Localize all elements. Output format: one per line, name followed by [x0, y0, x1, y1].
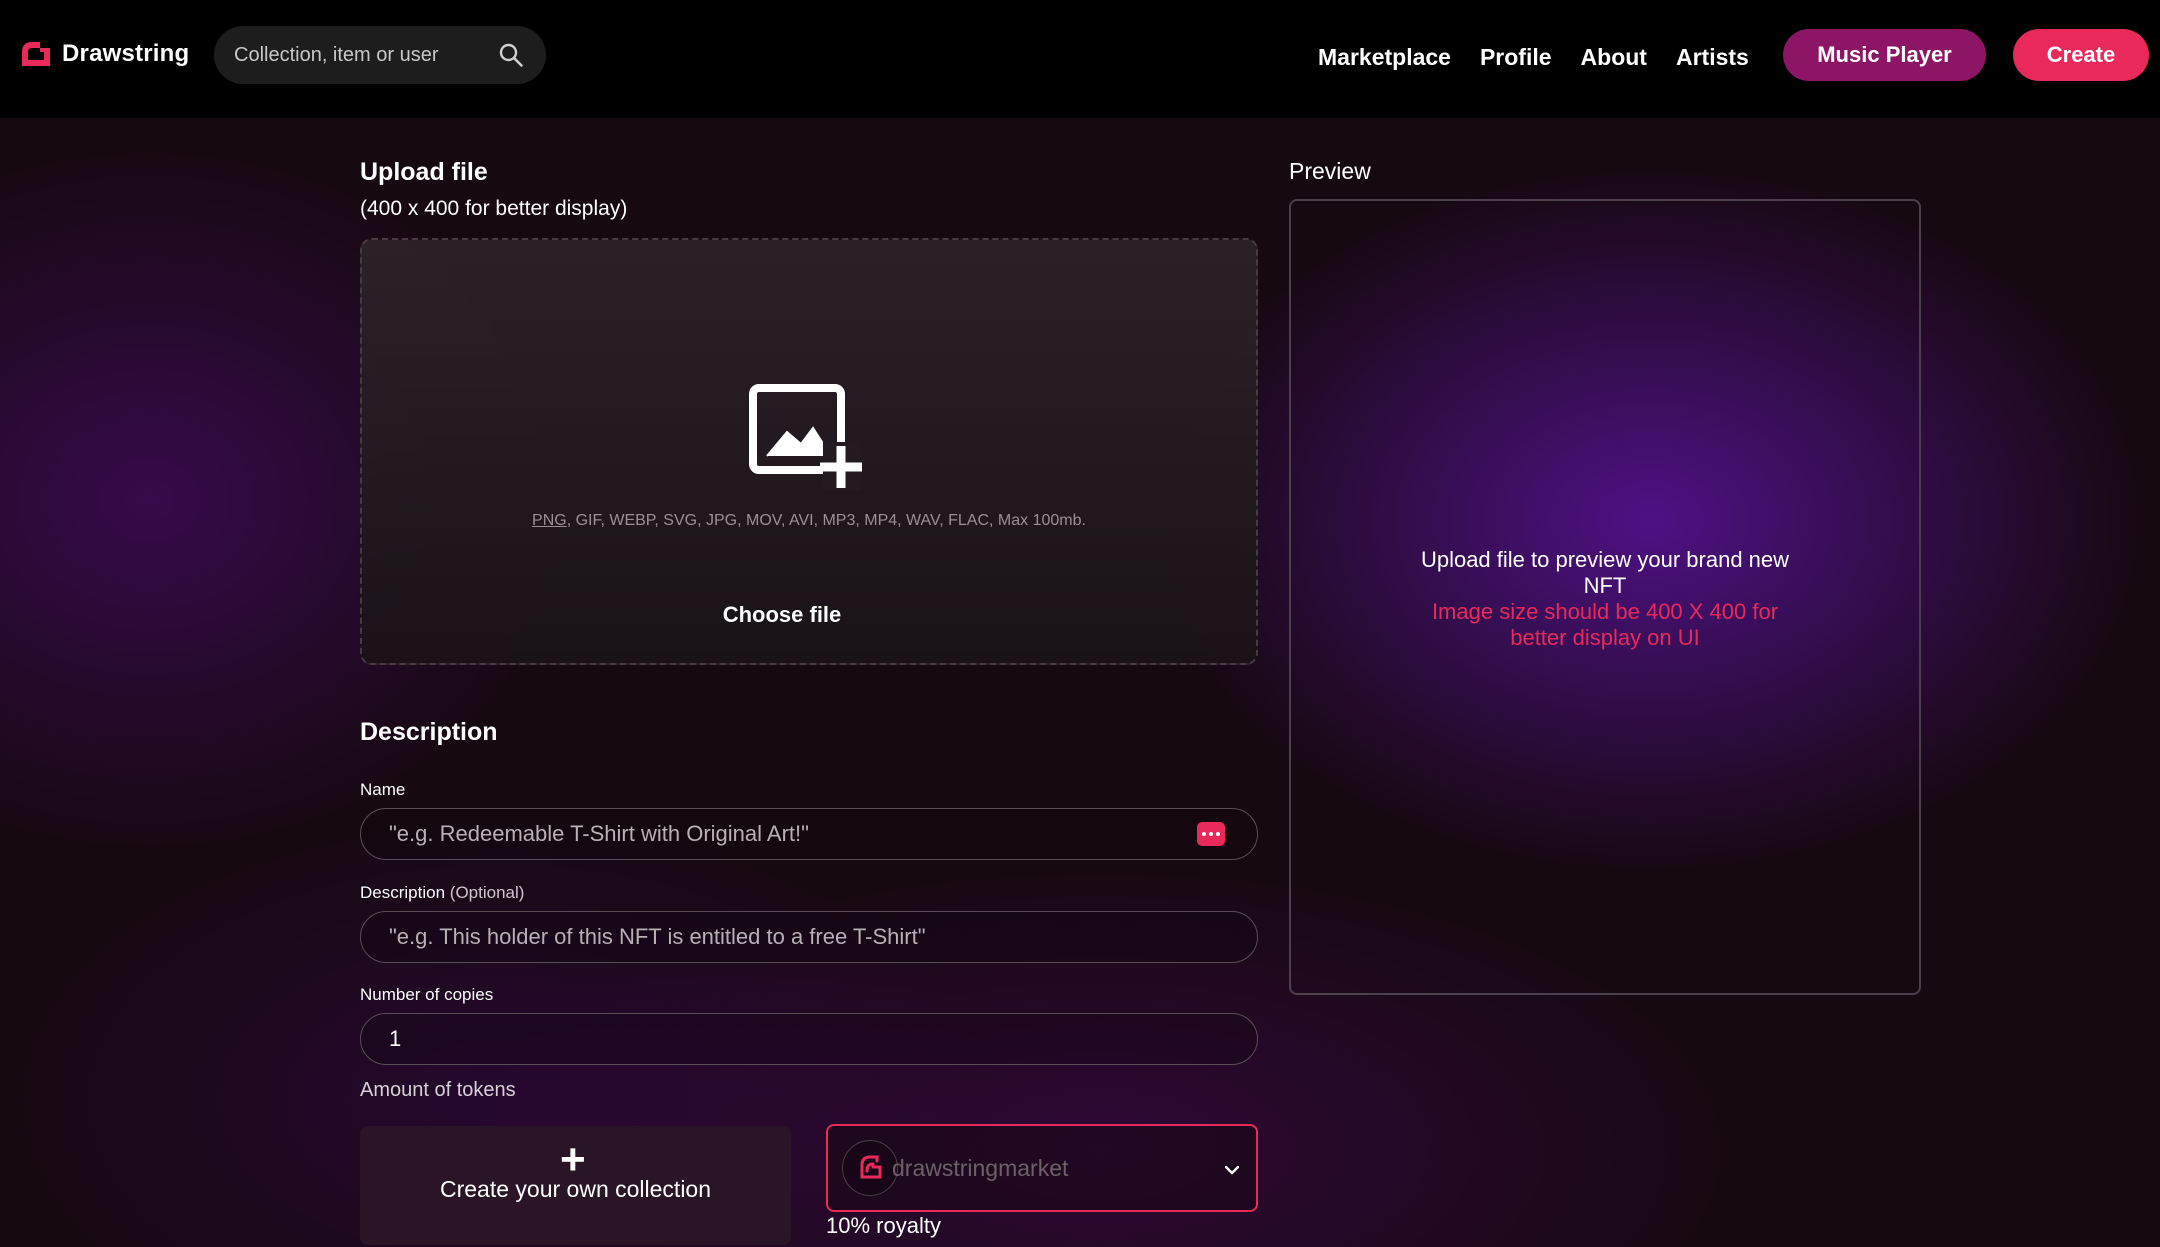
royalty-text: 10% royalty	[826, 1213, 941, 1238]
music-player-button[interactable]: Music Player	[1783, 29, 1986, 81]
search-icon[interactable]	[498, 42, 524, 68]
format-png: PNG	[532, 512, 567, 529]
brand-logo[interactable]: Drawstring	[18, 38, 189, 70]
nav-link-profile[interactable]: Profile	[1480, 44, 1552, 71]
description-label: Description (Optional)	[360, 883, 524, 903]
nav-link-about[interactable]: About	[1581, 44, 1647, 71]
copies-input[interactable]	[389, 1026, 1225, 1052]
format-list: , GIF, WEBP, SVG, JPG, MOV, AVI, MP3, MP…	[566, 512, 1086, 529]
preview-title: Preview	[1289, 158, 1371, 184]
optional-tag: (Optional)	[449, 883, 525, 902]
drawstring-logo-icon	[22, 42, 50, 66]
search-bar	[214, 26, 546, 84]
collection-name: drawstringmarket	[892, 1154, 1069, 1181]
supported-formats: PNG, GIF, WEBP, SVG, JPG, MOV, AVI, MP3,…	[362, 512, 1256, 530]
name-field-wrapper	[360, 808, 1258, 860]
choose-file-button[interactable]: Choose file	[362, 602, 1202, 628]
collection-select[interactable]: drawstringmarket	[826, 1124, 1258, 1212]
add-image-icon	[749, 384, 862, 490]
more-options-icon[interactable]	[1197, 822, 1225, 846]
copies-field-wrapper	[360, 1013, 1258, 1065]
upload-title: Upload file	[360, 158, 488, 186]
create-collection-label: Create your own collection	[439, 1176, 712, 1202]
description-label-text: Description	[360, 883, 446, 902]
nav-link-artists[interactable]: Artists	[1676, 44, 1749, 71]
search-input[interactable]	[234, 43, 474, 67]
collection-avatar	[842, 1140, 898, 1196]
preview-message: Upload file to preview your brand new NF…	[1420, 547, 1790, 598]
description-field-wrapper	[360, 911, 1258, 963]
brand-name: Drawstring	[62, 40, 190, 67]
copies-label: Number of copies	[360, 985, 494, 1004]
upload-subtitle: (400 x 400 for better display)	[360, 197, 628, 220]
description-title: Description	[360, 718, 498, 746]
description-input[interactable]	[389, 924, 1225, 950]
name-input[interactable]	[389, 821, 1197, 847]
preview-size-warning: Image size should be 400 X 400 for bette…	[1431, 599, 1779, 650]
nav-link-marketplace[interactable]: Marketplace	[1318, 44, 1451, 71]
name-label: Name	[360, 780, 406, 799]
top-navbar: Drawstring Marketplace Profile About Art…	[0, 0, 2160, 118]
tokens-label: Amount of tokens	[360, 1079, 516, 1101]
drawstring-collection-icon	[860, 1155, 882, 1179]
create-button[interactable]: Create	[2013, 29, 2149, 81]
file-dropzone[interactable]: PNG, GIF, WEBP, SVG, JPG, MOV, AVI, MP3,…	[360, 238, 1258, 665]
nav-links: Marketplace Profile About Artists	[1318, 44, 1749, 71]
preview-panel: Upload file to preview your brand new NF…	[1289, 199, 1921, 995]
chevron-down-icon	[1224, 1165, 1240, 1175]
create-collection-button[interactable]: + Create your own collection	[360, 1126, 791, 1245]
